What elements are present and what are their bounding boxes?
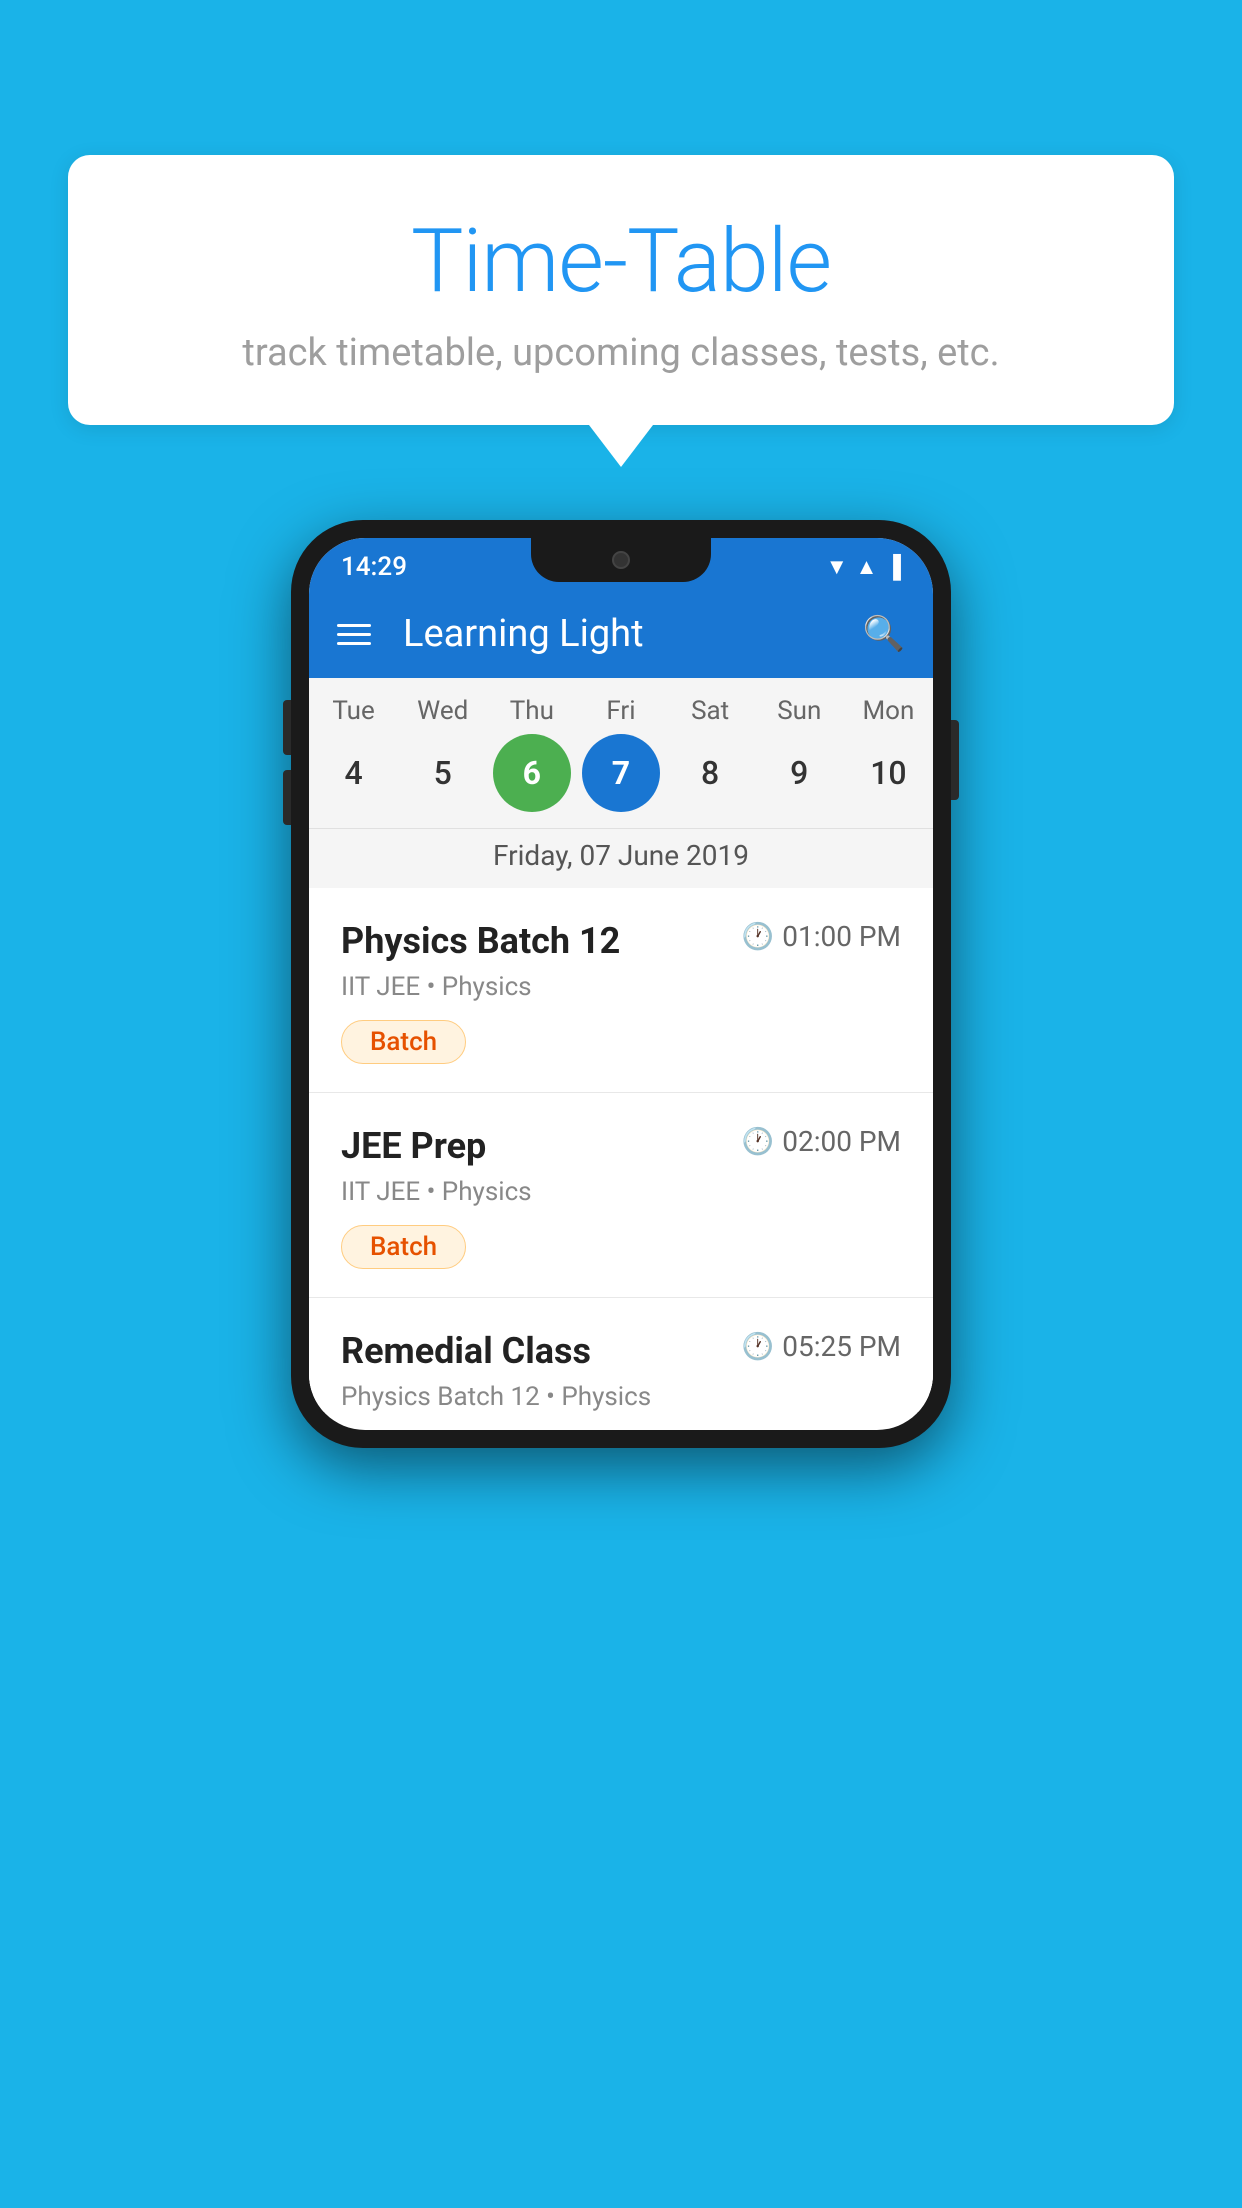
day-headers-row: Tue Wed Thu Fri Sat Sun Mon — [309, 696, 933, 734]
event-1-badge: Batch — [341, 1020, 466, 1064]
day-8[interactable]: 8 — [671, 734, 749, 812]
signal-icon: ▲ — [856, 554, 878, 580]
app-bar-title: Learning Light — [403, 612, 839, 656]
events-list: Physics Batch 12 🕐 01:00 PM IIT JEE • Ph… — [309, 888, 933, 1412]
calendar-strip: Tue Wed Thu Fri Sat Sun Mon 4 5 6 7 8 9 … — [309, 678, 933, 888]
day-9[interactable]: 9 — [760, 734, 838, 812]
day-numbers-row: 4 5 6 7 8 9 10 — [309, 734, 933, 828]
day-header-sun: Sun — [760, 696, 838, 726]
speech-bubble-section: Time-Table track timetable, upcoming cla… — [68, 155, 1174, 467]
day-header-fri: Fri — [582, 696, 660, 726]
day-7-selected[interactable]: 7 — [582, 734, 660, 812]
volume-down-button — [283, 770, 291, 825]
day-header-tue: Tue — [315, 696, 393, 726]
day-header-mon: Mon — [849, 696, 927, 726]
event-3-time: 🕐 05:25 PM — [742, 1330, 901, 1363]
speech-bubble-title: Time-Table — [128, 210, 1114, 313]
hamburger-menu-icon[interactable] — [337, 624, 371, 645]
status-bar-icons: ▼ ▲ ▐ — [826, 554, 901, 580]
day-header-sat: Sat — [671, 696, 749, 726]
event-3-subtitle: Physics Batch 12 • Physics — [341, 1382, 901, 1412]
day-10[interactable]: 10 — [849, 734, 927, 812]
clock-icon-3: 🕐 — [742, 1332, 774, 1362]
selected-date-label: Friday, 07 June 2019 — [309, 828, 933, 888]
event-card-2[interactable]: JEE Prep 🕐 02:00 PM IIT JEE • Physics Ba… — [309, 1093, 933, 1298]
phone-mockup: 14:29 ▼ ▲ ▐ Learning Light 🔍 — [291, 520, 951, 1448]
power-button — [951, 720, 959, 800]
event-1-subtitle: IIT JEE • Physics — [341, 972, 901, 1002]
phone-screen: 14:29 ▼ ▲ ▐ Learning Light 🔍 — [309, 538, 933, 1430]
event-2-time: 🕐 02:00 PM — [742, 1125, 901, 1158]
event-card-3-header: Remedial Class 🕐 05:25 PM — [341, 1330, 901, 1372]
event-card-1-header: Physics Batch 12 🕐 01:00 PM — [341, 920, 901, 962]
clock-icon-2: 🕐 — [742, 1127, 774, 1157]
event-1-title: Physics Batch 12 — [341, 920, 620, 962]
event-2-subtitle: IIT JEE • Physics — [341, 1177, 901, 1207]
event-3-title: Remedial Class — [341, 1330, 591, 1372]
speech-bubble-subtitle: track timetable, upcoming classes, tests… — [128, 331, 1114, 375]
phone-notch — [531, 538, 711, 582]
volume-up-button — [283, 700, 291, 755]
day-header-wed: Wed — [404, 696, 482, 726]
day-header-thu: Thu — [493, 696, 571, 726]
event-1-time: 🕐 01:00 PM — [742, 920, 901, 953]
event-2-badge: Batch — [341, 1225, 466, 1269]
day-4[interactable]: 4 — [315, 734, 393, 812]
wifi-icon: ▼ — [826, 554, 848, 580]
speech-bubble-arrow — [589, 425, 653, 467]
event-card-3[interactable]: Remedial Class 🕐 05:25 PM Physics Batch … — [309, 1298, 933, 1412]
event-card-1[interactable]: Physics Batch 12 🕐 01:00 PM IIT JEE • Ph… — [309, 888, 933, 1093]
app-bar: Learning Light 🔍 — [309, 590, 933, 678]
day-5[interactable]: 5 — [404, 734, 482, 812]
phone-camera — [612, 551, 630, 569]
day-6-today[interactable]: 6 — [493, 734, 571, 812]
clock-icon-1: 🕐 — [742, 922, 774, 952]
phone-outer: 14:29 ▼ ▲ ▐ Learning Light 🔍 — [291, 520, 951, 1448]
event-2-title: JEE Prep — [341, 1125, 486, 1167]
status-bar-time: 14:29 — [341, 552, 407, 582]
search-icon[interactable]: 🔍 — [863, 614, 905, 654]
event-card-2-header: JEE Prep 🕐 02:00 PM — [341, 1125, 901, 1167]
battery-icon: ▐ — [885, 554, 901, 580]
speech-bubble-card: Time-Table track timetable, upcoming cla… — [68, 155, 1174, 425]
